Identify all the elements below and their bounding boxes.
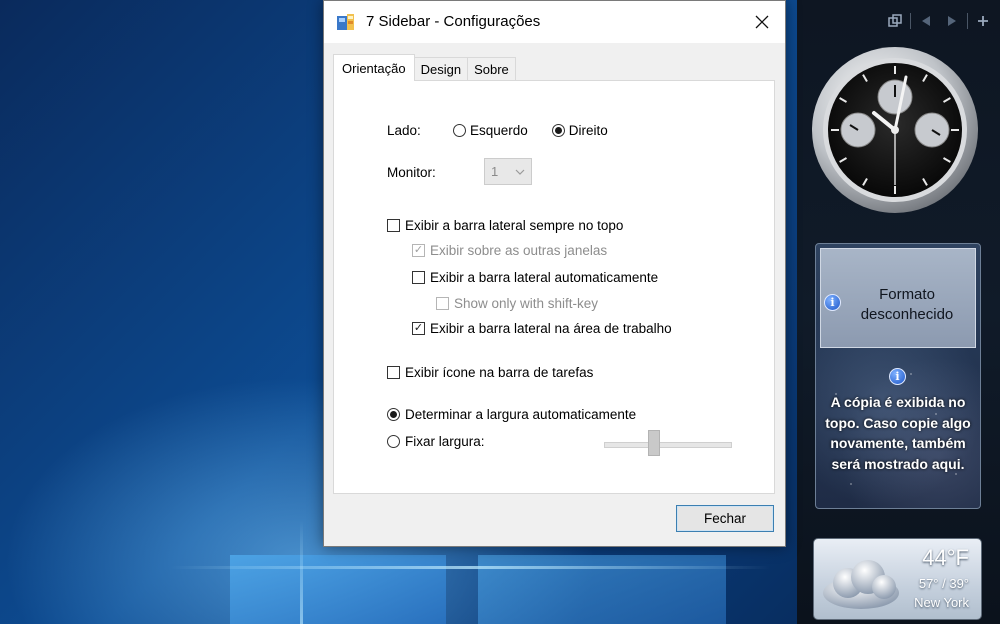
over-windows-label: Exibir sobre as outras janelas [430, 243, 608, 258]
close-icon [755, 15, 769, 29]
slideshow-gadget[interactable]: i Formato desconhecido i A cópia é exibi… [815, 243, 981, 509]
fixed-width-radio[interactable] [387, 435, 400, 448]
auto-show-row[interactable]: Exibir a barra lateral automaticamente [412, 270, 658, 285]
light-beam [170, 566, 770, 569]
restore-icon[interactable] [884, 10, 906, 32]
tab-page-orientacao: Lado: Esquerdo Direito Monitor: 1 Exibir… [333, 80, 775, 494]
fixed-width-label[interactable]: Fixar largura: [405, 434, 485, 449]
close-dialog-button[interactable]: Fechar [676, 505, 774, 532]
fixed-width-row[interactable]: Fixar largura: [387, 434, 485, 449]
weather-temperature: 44°F [922, 545, 969, 570]
side-left-radio[interactable] [453, 124, 466, 137]
next-icon[interactable] [941, 10, 963, 32]
side-row: Lado: Esquerdo Direito [387, 123, 608, 138]
side-left-label[interactable]: Esquerdo [470, 123, 528, 138]
weather-range: 57° / 39° [918, 576, 969, 591]
format-message: Formato desconhecido [860, 286, 954, 323]
prev-icon[interactable] [915, 10, 937, 32]
side-label: Lado: [387, 123, 421, 138]
copy-message: A cópia é exibida no topo. Caso copie al… [825, 394, 971, 472]
format-message-box: i Formato desconhecido [820, 248, 976, 348]
toolbar-separator [967, 13, 968, 29]
window-title: 7 Sidebar - Configurações [366, 13, 541, 30]
weather-city: New York [914, 595, 969, 610]
monitor-select[interactable]: 1 [484, 158, 532, 185]
tab-bar: Orientação Design Sobre [333, 54, 516, 81]
close-button[interactable] [739, 1, 785, 43]
info-icon: i [889, 368, 906, 385]
auto-width-label[interactable]: Determinar a largura automaticamente [405, 407, 636, 422]
monitor-label: Monitor: [387, 165, 436, 180]
auto-width-row[interactable]: Determinar a largura automaticamente [387, 407, 636, 422]
always-on-top-row[interactable]: Exibir a barra lateral sempre no topo [387, 218, 623, 233]
on-desktop-label[interactable]: Exibir a barra lateral na área de trabal… [430, 321, 672, 336]
auto-show-label[interactable]: Exibir a barra lateral automaticamente [430, 270, 658, 285]
width-slider-track [604, 442, 732, 448]
side-right-radio[interactable] [551, 124, 565, 137]
width-slider-thumb[interactable] [648, 430, 660, 456]
always-on-top-label[interactable]: Exibir a barra lateral sempre no topo [405, 218, 623, 233]
shift-key-row: Show only with shift-key [436, 296, 598, 311]
tab-sobre[interactable]: Sobre [467, 57, 516, 81]
always-on-top-checkbox[interactable] [387, 219, 400, 232]
side-right-label[interactable]: Direito [569, 123, 608, 138]
taskbar-icon-checkbox[interactable] [387, 366, 400, 379]
app-icon [337, 14, 354, 30]
taskbar-icon-row[interactable]: Exibir ícone na barra de tarefas [387, 365, 593, 380]
monitor-row: Monitor: [387, 165, 436, 180]
settings-dialog: 7 Sidebar - Configurações Orientação Des… [323, 0, 786, 547]
over-windows-checkbox: ✓ [412, 244, 425, 257]
over-windows-row: ✓ Exibir sobre as outras janelas [412, 243, 607, 258]
light-beam [300, 520, 303, 624]
title-bar[interactable]: 7 Sidebar - Configurações [324, 1, 785, 43]
toolbar-separator [910, 13, 911, 29]
add-icon[interactable] [972, 10, 994, 32]
sidebar-toolbar [884, 10, 994, 32]
shift-key-checkbox [436, 297, 449, 310]
auto-show-checkbox[interactable] [412, 271, 425, 284]
clock-face-icon [812, 47, 978, 213]
shift-key-label: Show only with shift-key [454, 296, 599, 311]
on-desktop-row[interactable]: ✓ Exibir a barra lateral na área de trab… [412, 321, 672, 336]
chevron-down-icon [515, 169, 525, 175]
cloud-icon [823, 560, 899, 609]
tab-orientacao[interactable]: Orientação [333, 54, 415, 81]
info-icon: i [824, 294, 841, 311]
tab-design[interactable]: Design [413, 57, 469, 81]
monitor-value: 1 [491, 164, 499, 179]
weather-gadget[interactable]: 44°F 57° / 39° New York [813, 538, 982, 620]
clock-gadget[interactable] [810, 45, 980, 215]
auto-width-radio[interactable] [387, 408, 400, 421]
taskbar-icon-label[interactable]: Exibir ícone na barra de tarefas [405, 365, 593, 380]
on-desktop-checkbox[interactable]: ✓ [412, 322, 425, 335]
